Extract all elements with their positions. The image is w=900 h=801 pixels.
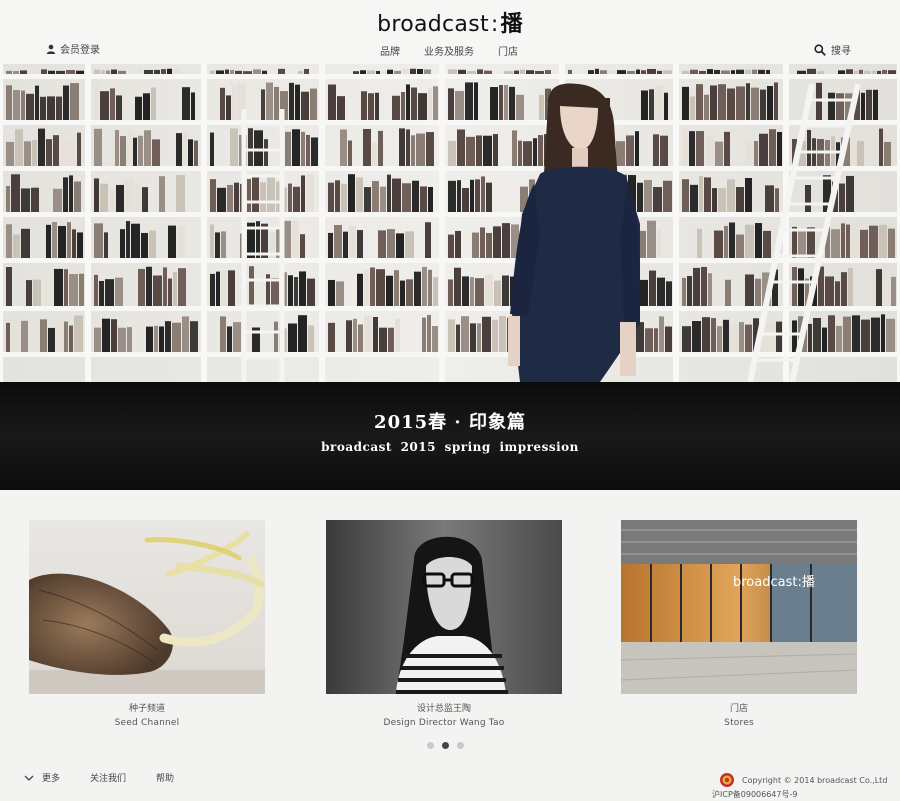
store-sign-text: broadcast:播 [733,575,815,590]
card-title-cn: 门店 [729,704,748,714]
card-title-en: Stores [724,718,754,728]
cards-pager [427,742,464,749]
card-title-en: Seed Channel [114,718,180,728]
footer-links: 更多 关注我们 帮助 [24,771,174,784]
nav-item-services[interactable]: 业务及服务 [424,43,474,58]
card-image-storefront: broadcast:播 [621,520,857,694]
hero-slider[interactable] [0,64,900,382]
login-label: 会员登录 [60,45,100,56]
copyright-block: Copyright © 2014 broadcast Co.,Ltd 沪ICP备… [712,774,888,799]
card-title-cn: 设计总监王陶 [416,704,471,714]
logo-text-en: broadcast [377,12,489,37]
search-label: 搜寻 [831,46,851,57]
main-nav: 品牌 业务及服务 门店 [380,43,518,58]
logo-text-cn: 播 [500,11,523,37]
footer-more-link[interactable]: 更多 [42,771,60,784]
logo-separator: : [490,12,499,37]
nav-item-stores[interactable]: 门店 [498,43,518,58]
site-logo[interactable]: broadcast:播 [0,6,900,38]
card-stores[interactable]: broadcast:播 门店 Stores [621,520,857,728]
card-design-director[interactable]: 设计总监王陶 Design Director Wang Tao [326,520,562,728]
chevron-down-icon[interactable] [24,774,34,782]
card-title-en: Design Director Wang Tao [383,718,505,728]
pager-dot[interactable] [427,742,434,749]
nav-item-brand[interactable]: 品牌 [380,43,400,58]
banner-title: 2015春 · 印象篇 [374,412,526,433]
campaign-banner[interactable]: 2015春 · 印象篇 broadcast 2015 spring impres… [0,382,900,490]
card-title-cn: 种子频道 [128,704,165,714]
card-image-onion [29,520,265,694]
icp-license-link[interactable]: 沪ICP备09006647号-9 [712,788,797,801]
pager-dot[interactable] [457,742,464,749]
pager-dot[interactable] [442,742,449,749]
search-icon [814,43,826,56]
footer-follow-link[interactable]: 关注我们 [90,771,126,784]
search-button[interactable]: 搜寻 [814,42,851,57]
member-login-link[interactable]: 会员登录 [46,41,100,56]
banner-subtitle: broadcast 2015 spring impression [321,440,579,454]
copyright-text: Copyright © 2014 broadcast Co.,Ltd [742,776,888,785]
card-image-portrait [326,520,562,694]
footer-help-link[interactable]: 帮助 [156,771,174,784]
site-header: broadcast:播 会员登录 品牌 业务及服务 门店 搜寻 [0,0,900,64]
card-seed-channel[interactable]: 种子频道 Seed Channel [29,520,265,728]
hero-image-bookshelf-model [0,64,900,382]
police-emblem-icon[interactable] [719,772,735,788]
user-icon [46,44,56,54]
